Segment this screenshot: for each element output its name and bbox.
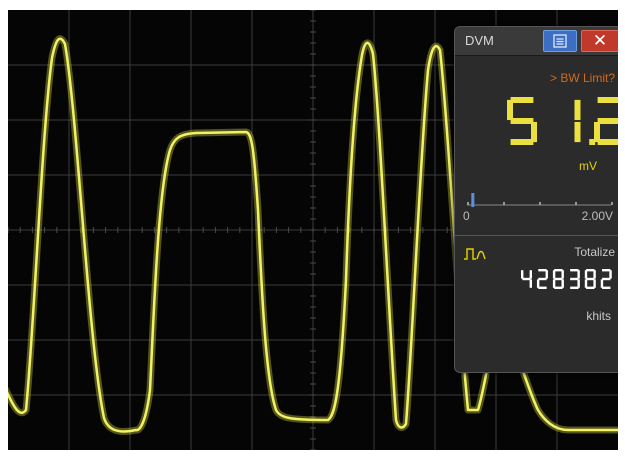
dvm-panel[interactable]: DVM ✕ > BW Limit? mV 0 2.00V Totalize kh… <box>454 26 618 373</box>
digit-segment <box>522 277 531 281</box>
scale-min-label: 0 <box>463 209 470 223</box>
digit-segment <box>602 277 611 281</box>
voltage-readout <box>507 97 618 145</box>
menu-icon <box>553 34 567 48</box>
menu-button[interactable] <box>543 30 577 52</box>
oscilloscope-screen: DVM ✕ > BW Limit? mV 0 2.00V Totalize kh… <box>8 10 618 450</box>
digit-segment <box>597 118 618 124</box>
digit-segment <box>593 270 596 279</box>
digit-segment <box>586 277 595 281</box>
dvm-titlebar[interactable]: DVM ✕ <box>455 27 618 56</box>
scale-tick <box>467 202 469 205</box>
digit-segment <box>600 279 604 288</box>
digit-segment <box>602 286 611 289</box>
voltage-unit: mV <box>579 159 597 173</box>
digit-segment <box>545 270 548 279</box>
close-icon: ✕ <box>592 31 608 50</box>
seven-segment-digit <box>594 97 618 145</box>
digit-segment <box>510 118 534 124</box>
digit-segment <box>510 97 534 103</box>
count-unit: khits <box>586 309 611 323</box>
digit-segment <box>529 270 532 279</box>
digit-segment <box>570 277 579 281</box>
digit-segment <box>577 270 580 279</box>
close-button[interactable]: ✕ <box>581 30 618 52</box>
digit-segment <box>597 139 618 145</box>
scale-marker <box>471 193 475 207</box>
seven-segment-digit <box>507 97 537 145</box>
digit-segment <box>561 270 564 279</box>
panel-divider <box>455 235 618 236</box>
digit-segment <box>586 269 595 272</box>
digit-segment <box>574 121 581 143</box>
digit-segment <box>510 139 534 145</box>
seven-segment-digit <box>584 269 596 289</box>
digit-segment <box>584 279 588 288</box>
seven-segment-digit <box>521 270 532 288</box>
digit-segment <box>554 269 563 272</box>
digit-segment <box>521 270 524 279</box>
digit-segment <box>586 286 595 289</box>
digit-segment <box>552 279 556 288</box>
digit-segment <box>577 279 580 288</box>
scale-tick <box>611 202 613 205</box>
scale-tick <box>539 202 541 205</box>
pulse-icon <box>464 248 486 260</box>
digit-segment <box>538 286 547 289</box>
digit-segment <box>554 277 563 281</box>
digit-segment <box>570 269 579 272</box>
digit-segment <box>552 270 556 279</box>
digit-segment <box>602 269 611 272</box>
digit-segment <box>574 99 581 121</box>
bw-limit-link[interactable]: > BW Limit? <box>550 71 615 85</box>
digit-segment <box>538 269 547 272</box>
scale-max-label: 2.00V <box>581 209 613 223</box>
digit-segment <box>529 279 532 288</box>
digit-segment <box>536 279 540 288</box>
digit-segment <box>561 279 564 288</box>
seven-segment-digit <box>536 269 548 289</box>
digit-segment <box>554 286 563 289</box>
scale-tick <box>503 202 505 205</box>
dvm-title: DVM <box>465 33 494 48</box>
seven-segment-digit <box>552 269 564 289</box>
scale-tick <box>575 202 577 205</box>
digit-segment <box>538 277 547 281</box>
digit-segment <box>570 286 579 289</box>
digit-segment <box>593 279 596 288</box>
seven-segment-digit <box>600 269 612 289</box>
mode-label: Totalize <box>574 245 615 259</box>
count-digits <box>521 269 612 289</box>
voltage-digits <box>507 97 618 145</box>
digit-segment <box>609 270 612 279</box>
digit-segment <box>597 97 618 103</box>
seven-segment-digit <box>570 269 580 289</box>
count-readout <box>521 269 612 289</box>
digit-segment <box>584 270 588 279</box>
seven-segment-digit <box>574 99 581 143</box>
digit-segment <box>507 99 513 121</box>
